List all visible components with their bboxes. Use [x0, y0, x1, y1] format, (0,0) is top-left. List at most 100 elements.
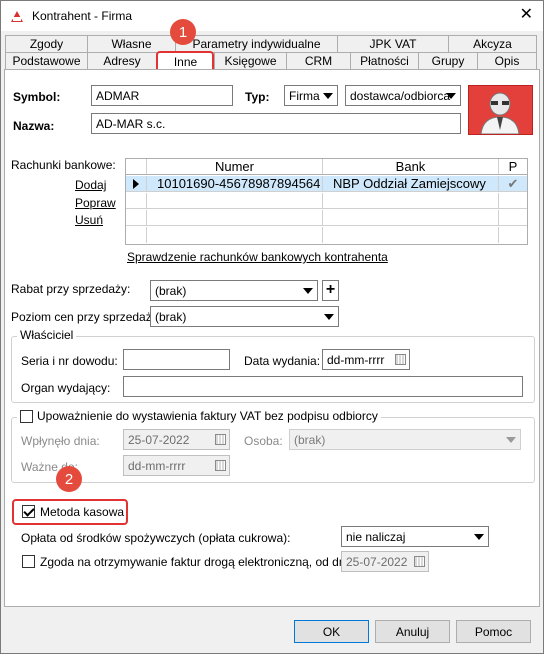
window-title: Kontrahent - Firma — [32, 9, 133, 23]
empty-cell — [499, 210, 527, 226]
table-header-indicator — [126, 159, 147, 175]
tab-adresy[interactable]: Adresy — [87, 52, 157, 69]
nazwa-input[interactable]: AD-MAR s.c. — [91, 113, 461, 134]
chevron-down-icon — [323, 93, 333, 99]
column-header-numer[interactable]: Numer — [147, 159, 323, 175]
metoda-kasowa-checkbox[interactable] — [22, 505, 35, 518]
person-icon — [480, 92, 520, 135]
poziom-select[interactable]: (brak) — [150, 306, 339, 327]
seria-label: Seria i nr dowodu: — [21, 354, 118, 368]
chevron-down-icon — [506, 437, 516, 443]
tab-podstawowe[interactable]: Podstawowe — [5, 52, 88, 69]
column-header-numer-label: Numer — [214, 159, 254, 174]
authorization-label: Upoważnienie do wystawienia faktury VAT … — [37, 409, 378, 423]
poziom-label: Poziom cen przy sprzedaży: — [11, 310, 162, 324]
tab-parametry[interactable]: Parametry indywidualne — [175, 35, 338, 52]
calendar-icon — [215, 434, 226, 445]
organ-input[interactable] — [123, 376, 523, 397]
rodzaj-value: dostawca/odbiorca — [350, 89, 451, 103]
empty-cell — [147, 210, 323, 226]
title-bar: Kontrahent - Firma ✕ — [1, 1, 543, 31]
calendar-icon — [215, 460, 226, 471]
wplynelo-value: 25-07-2022 — [128, 433, 190, 447]
tab-wlasne[interactable]: Własne — [87, 35, 176, 52]
zgoda-label[interactable]: Zgoda na otrzymywanie faktur drogą elekt… — [40, 555, 358, 569]
table-row-p-check-icon[interactable]: ✔ — [499, 176, 527, 192]
bank-accounts-table: Numer Bank P 10101690-45678987894564 NBP… — [125, 158, 528, 245]
calendar-icon[interactable] — [395, 354, 406, 365]
tab-grupy[interactable]: Grupy — [418, 52, 478, 69]
add-discount-button[interactable]: + — [322, 280, 339, 301]
bank-accounts-label: Rachunki bankowe: — [11, 158, 116, 172]
column-header-bank[interactable]: Bank — [323, 159, 499, 175]
symbol-input[interactable]: ADMAR — [91, 85, 233, 106]
zgoda-checkbox[interactable] — [22, 555, 35, 568]
oplata-value: nie naliczaj — [346, 530, 406, 544]
nazwa-label: Nazwa: — [13, 119, 55, 133]
tab-jpk-vat[interactable]: JPK VAT — [337, 35, 449, 52]
zgoda-date-value: 25-07-2022 — [346, 555, 408, 569]
empty-cell — [323, 210, 499, 226]
cancel-button[interactable]: Anuluj — [375, 620, 450, 643]
data-wydania-input[interactable]: dd-mm-rrrr — [322, 349, 410, 370]
tab-akcyza[interactable]: Akcyza — [448, 35, 537, 52]
tab-platnosci[interactable]: Płatności — [350, 52, 419, 69]
empty-cell — [147, 227, 323, 243]
tab-ksiegowe[interactable]: Księgowe — [214, 52, 287, 69]
rabat-select[interactable]: (brak) — [150, 280, 318, 301]
bank-delete-link[interactable]: Usuń — [75, 213, 103, 227]
calendar-icon — [414, 556, 425, 567]
wplynelo-input: 25-07-2022 — [123, 429, 230, 450]
table-row-bank[interactable]: NBP Oddział Zamiejscowy — [323, 176, 499, 192]
chevron-down-icon — [303, 288, 313, 294]
empty-cell — [126, 227, 147, 243]
ok-button[interactable]: OK — [294, 620, 369, 643]
osoba-label: Osoba: — [244, 434, 283, 448]
zgoda-date-input: 25-07-2022 — [341, 551, 429, 572]
typ-select[interactable]: Firma — [284, 85, 338, 106]
bank-edit-link[interactable]: Popraw — [75, 196, 116, 210]
empty-cell — [499, 227, 527, 243]
tab-crm[interactable]: CRM — [286, 52, 351, 69]
column-header-p[interactable]: P — [499, 159, 527, 175]
annotation-badge-1: 1 — [170, 19, 196, 45]
wplynelo-label: Wpłynęło dnia: — [21, 434, 100, 448]
chevron-down-icon — [474, 534, 484, 540]
typ-label: Typ: — [245, 90, 270, 104]
seria-input[interactable] — [123, 349, 230, 370]
content-panel: Symbol: ADMAR Typ: Firma dostawca/odbior… — [4, 69, 540, 607]
tab-row-top: Zgody Własne Parametry indywidualne JPK … — [5, 35, 537, 52]
oplata-label: Opłata od środków spożywczych (opłata cu… — [21, 531, 291, 545]
osoba-select: (brak) — [289, 429, 521, 450]
authorization-group-title: Upoważnienie do wystawienia faktury VAT … — [17, 409, 381, 423]
empty-cell — [323, 227, 499, 243]
rabat-value: (brak) — [155, 284, 187, 298]
tab-zgody[interactable]: Zgody — [5, 35, 88, 52]
tab-opis[interactable]: Opis — [477, 52, 537, 69]
check-bank-accounts-link[interactable]: Sprawdzenie rachunków bankowych kontrahe… — [127, 250, 388, 264]
oplata-select[interactable]: nie naliczaj — [341, 526, 489, 547]
organ-label: Organ wydający: — [21, 381, 111, 395]
poziom-value: (brak) — [155, 310, 187, 324]
tab-row-bottom: Podstawowe Adresy Inne Księgowe CRM Płat… — [5, 52, 537, 71]
chevron-down-icon — [446, 93, 456, 99]
rodzaj-select[interactable]: dostawca/odbiorca — [345, 85, 461, 106]
close-icon[interactable]: ✕ — [520, 7, 533, 23]
empty-cell — [126, 210, 147, 226]
bank-add-link[interactable]: Dodaj — [75, 178, 106, 192]
owner-group-title: Właściciel — [17, 328, 77, 342]
authorization-group — [11, 417, 535, 483]
contractor-avatar[interactable] — [468, 85, 533, 135]
contractor-window: Kontrahent - Firma ✕ Zgody Własne Parame… — [0, 0, 544, 654]
metoda-kasowa-label[interactable]: Metoda kasowa — [40, 505, 124, 519]
row-indicator-icon — [126, 176, 147, 192]
help-button[interactable]: Pomoc — [456, 620, 531, 643]
osoba-value: (brak) — [294, 433, 326, 447]
empty-cell — [323, 193, 499, 209]
authorization-checkbox[interactable] — [20, 409, 33, 423]
data-wydania-value: dd-mm-rrrr — [327, 353, 385, 367]
table-row-numer[interactable]: 10101690-45678987894564 — [147, 176, 323, 192]
typ-value: Firma — [289, 89, 320, 103]
annotation-badge-2: 2 — [56, 466, 82, 492]
empty-cell — [147, 193, 323, 209]
